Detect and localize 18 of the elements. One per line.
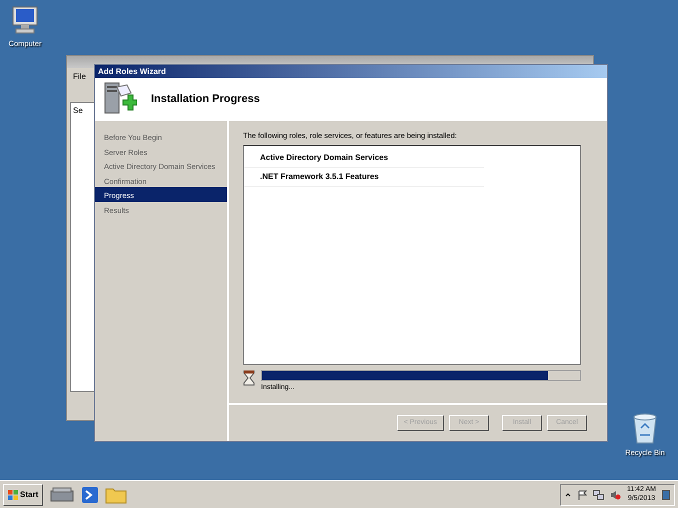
terminal-icon[interactable] (81, 486, 100, 504)
flag-icon[interactable] (576, 490, 587, 500)
network-icon[interactable] (592, 490, 604, 500)
start-button[interactable]: Start (3, 484, 44, 506)
computer-icon[interactable] (10, 5, 40, 35)
show-desktop-icon[interactable] (662, 490, 670, 500)
server-icon[interactable] (49, 484, 76, 504)
chevron-up-icon[interactable] (564, 492, 571, 498)
page-heading: Installation Progress (151, 92, 260, 107)
windows-logo-icon (8, 490, 18, 500)
window-title: Add Roles Wizard (95, 65, 607, 78)
menu-item[interactable]: File (73, 72, 86, 81)
trash-bin-icon[interactable] (632, 412, 658, 444)
list-item: Active Directory Domain Services (244, 149, 484, 168)
speaker-muted-icon[interactable] (610, 490, 621, 500)
list-item: .NET Framework 3.5.1 Features (244, 168, 484, 188)
tree-item[interactable]: Se (73, 106, 83, 115)
hourglass-icon (243, 370, 255, 386)
